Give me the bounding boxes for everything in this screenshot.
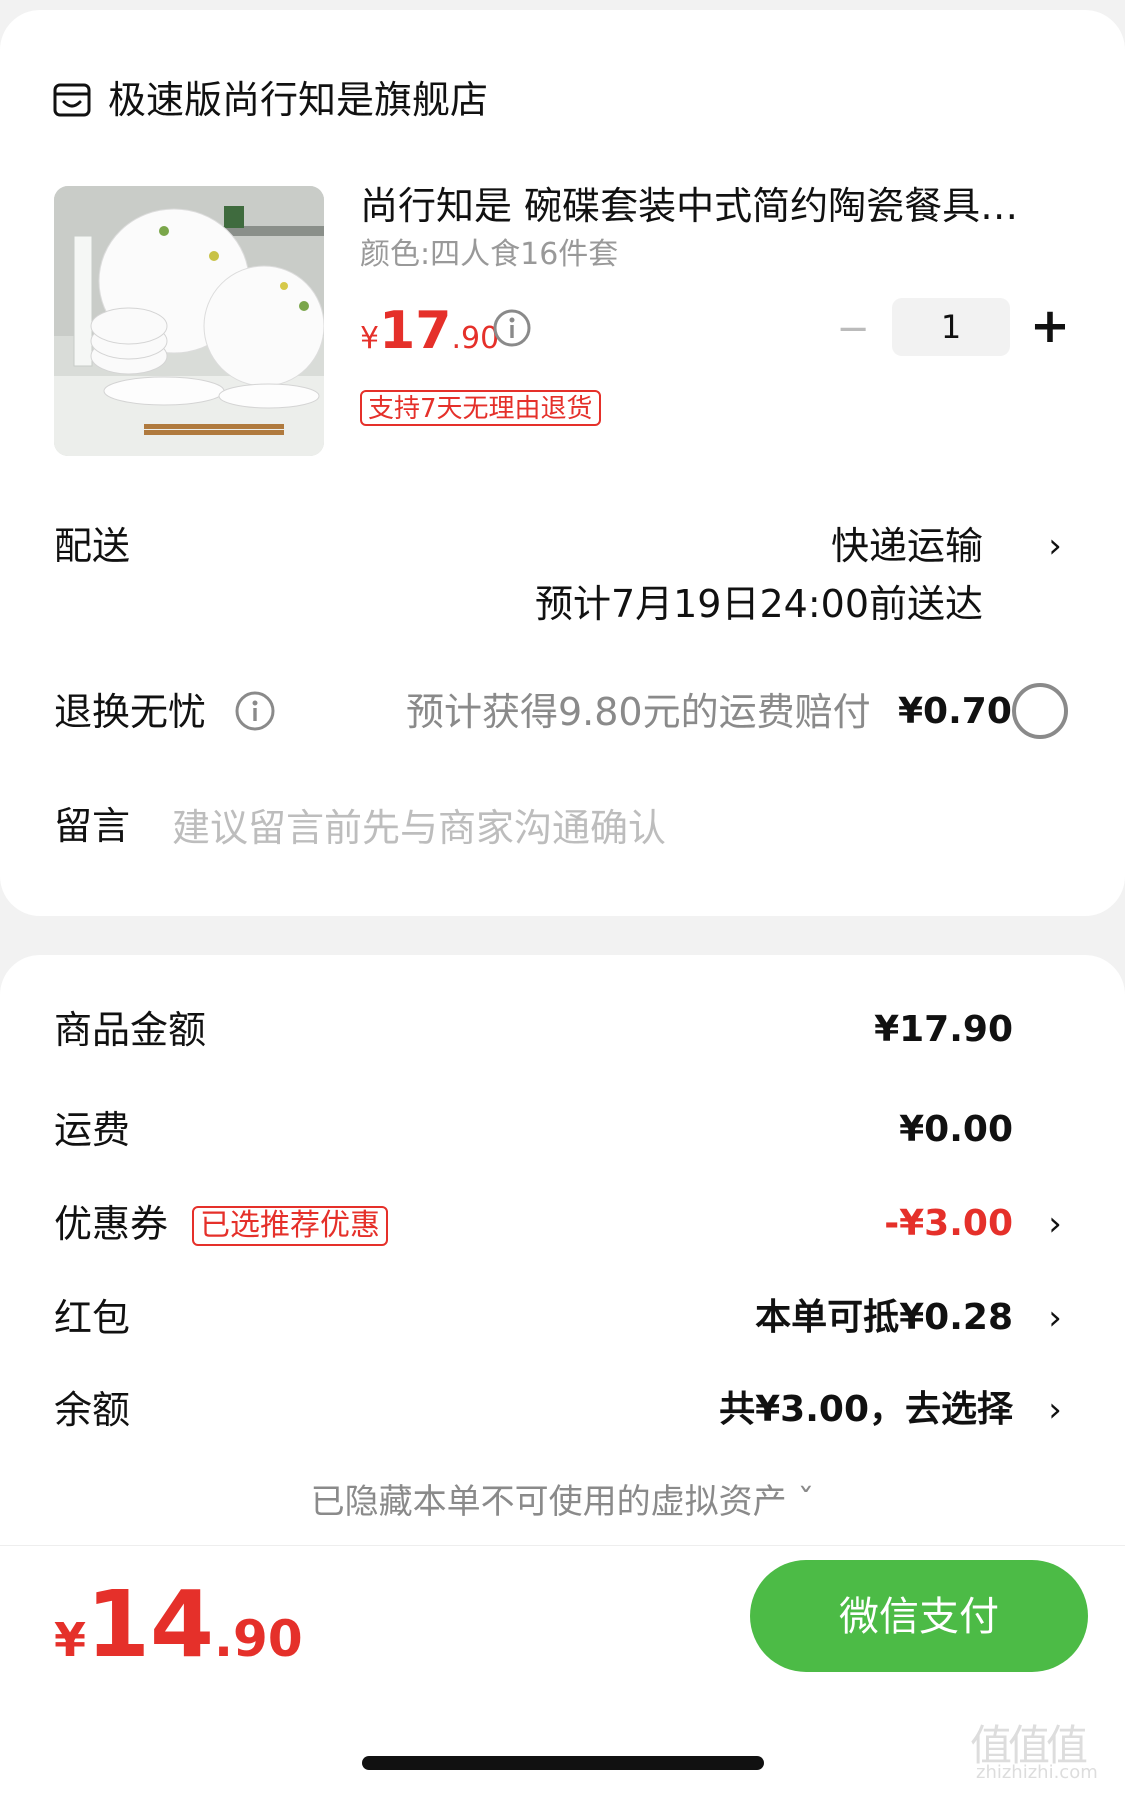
goods-amount-value: ¥17.90 [874,1009,1013,1050]
coupon-label: 优惠券 [54,1202,169,1246]
return-insurance-radio[interactable] [1012,683,1068,739]
product-spec[interactable]: 颜色:四人食16件套 [360,234,618,276]
balance-label: 余额 [54,1388,131,1432]
home-indicator[interactable] [362,1756,764,1770]
price-integer: 17 [379,301,452,361]
total-decimal: .90 [214,1610,303,1668]
shipping-fee-value: ¥0.00 [899,1109,1013,1150]
delivery-method[interactable]: 快递运输 [831,520,983,572]
delivery-label: 配送 [54,524,131,568]
coupon-value[interactable]: -¥3.00 [884,1198,1013,1250]
price-currency: ¥ [360,321,380,356]
balance-value[interactable]: 共¥3.00，去选择 [719,1384,1013,1436]
quantity-input[interactable]: 1 [892,298,1010,356]
product-price: ¥17.90 [360,296,499,378]
return-info-icon[interactable] [234,690,276,732]
product-title[interactable]: 尚行知是 碗碟套装中式简约陶瓷餐具… [360,180,1060,232]
return-policy-badge: 支持7天无理由退货 [360,390,601,426]
worry-free-return-label: 退换无忧 [54,690,207,734]
dinnerware-set-image [54,186,324,456]
wechat-pay-button[interactable]: 微信支付 [750,1560,1088,1672]
total-price: ¥14.90 [54,1570,303,1706]
store-icon [53,83,91,117]
message-label: 留言 [54,804,131,848]
shipping-fee-label: 运费 [54,1108,131,1152]
order-card [0,10,1125,916]
red-packet-value[interactable]: 本单可抵¥0.28 [755,1292,1013,1344]
hidden-assets-toggle[interactable]: 已隐藏本单不可使用的虚拟资产 ˇ [0,1476,1125,1528]
total-currency: ¥ [54,1613,87,1667]
return-compensation-text: 预计获得9.80元的运费赔付 [406,690,871,734]
red-packet-label: 红包 [54,1296,131,1340]
red-packet-chevron-icon[interactable]: › [1040,1292,1070,1344]
delivery-chevron-icon[interactable]: › [1040,520,1070,572]
balance-chevron-icon[interactable]: › [1040,1384,1070,1436]
store-name[interactable]: 极速版尚行知是旗舰店 [108,74,488,126]
coupon-chevron-icon[interactable]: › [1040,1198,1070,1250]
quantity-decrease-button[interactable]: − [828,304,878,354]
info-icon[interactable] [492,308,532,348]
watermark-url: zhizhizhi.com [976,1762,1098,1783]
return-insurance-price: ¥0.70 [898,691,1012,732]
message-input[interactable] [172,800,1052,856]
product-thumbnail[interactable] [54,186,324,456]
coupon-recommended-badge: 已选推荐优惠 [192,1206,388,1246]
quantity-increase-button[interactable]: + [1024,300,1076,352]
delivery-eta: 预计7月19日24:00前送达 [534,582,983,626]
total-integer: 14 [86,1571,215,1678]
goods-amount-label: 商品金额 [54,1008,207,1052]
